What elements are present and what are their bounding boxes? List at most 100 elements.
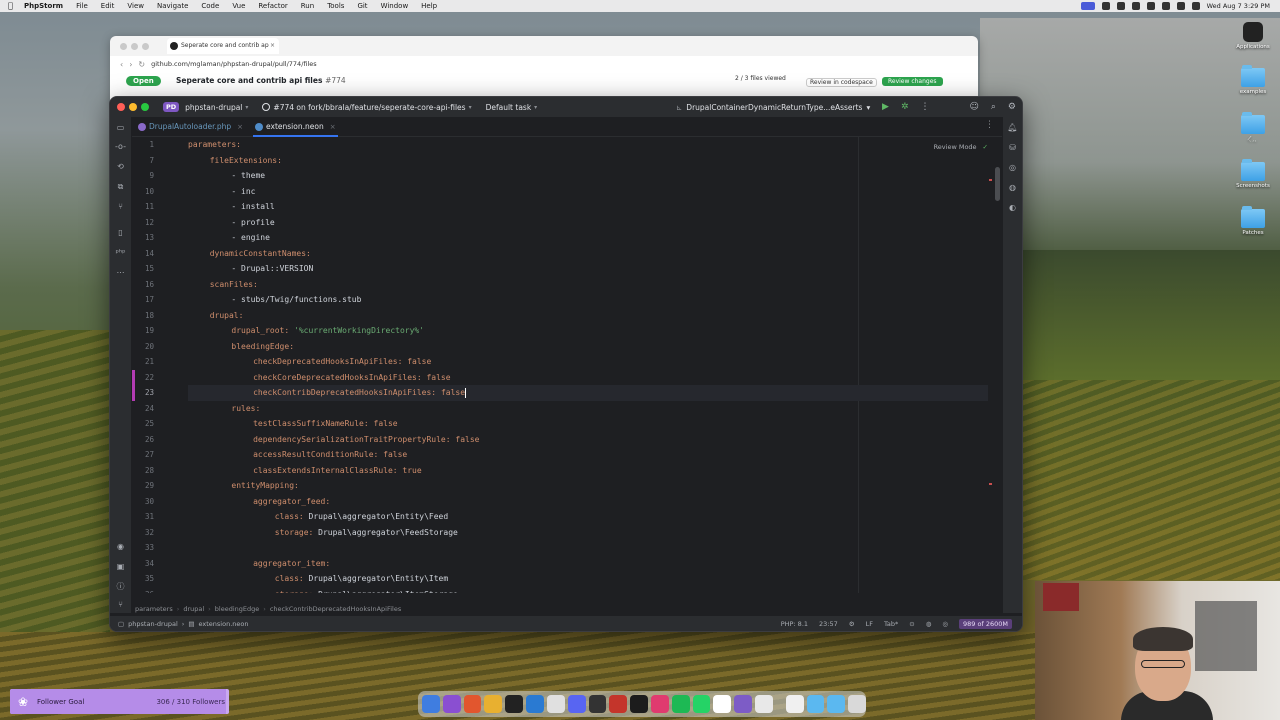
breadcrumb-item[interactable]: parameters	[135, 605, 173, 613]
inspection-icon[interactable]: ◎	[942, 620, 948, 628]
editor-scrollbar[interactable]	[995, 167, 1000, 201]
status-icon-3[interactable]	[1131, 2, 1140, 10]
code-line[interactable]: - install	[188, 199, 988, 215]
run-icon[interactable]: ▶	[882, 102, 889, 112]
line-number[interactable]: 13	[132, 230, 154, 246]
menu-file[interactable]: File	[76, 2, 88, 10]
structure-icon[interactable]: ⧉	[115, 181, 126, 192]
line-number[interactable]: 29	[132, 478, 154, 494]
line-number[interactable]: 28	[132, 463, 154, 479]
discord-icon[interactable]	[567, 695, 586, 713]
spotify-icon[interactable]	[671, 695, 690, 713]
desktop-icon-screenshots[interactable]: Screenshots	[1231, 159, 1275, 189]
code-line[interactable]: classExtendsInternalClassRule: true	[188, 463, 988, 479]
code-line[interactable]: rules:	[188, 401, 988, 417]
downloads-folder-icon[interactable]	[806, 695, 825, 713]
line-number[interactable]: 32	[132, 525, 154, 541]
github-desktop-icon[interactable]	[588, 695, 607, 713]
apple-icon[interactable]: 	[8, 2, 16, 10]
code-line[interactable]: fileExtensions:	[188, 153, 988, 169]
scroll-error-marker[interactable]	[989, 179, 992, 181]
breadcrumb-item[interactable]: drupal	[183, 605, 204, 613]
more-tools-icon[interactable]: ⋯	[115, 267, 126, 278]
menu-help[interactable]: Help	[421, 2, 437, 10]
code-line[interactable]: storage: Drupal\aggregator\FeedStorage	[188, 525, 988, 541]
phpstorm-icon[interactable]	[630, 695, 648, 713]
problems-icon[interactable]: ⓘ	[115, 581, 126, 592]
php-icon[interactable]: ᵖʰᵖ	[115, 247, 126, 258]
line-number[interactable]: 7	[132, 153, 154, 169]
menu-vue[interactable]: Vue	[232, 2, 245, 10]
line-number[interactable]: 24	[132, 401, 154, 417]
obs-icon[interactable]	[442, 695, 461, 713]
line-number[interactable]: 31	[132, 509, 154, 525]
browser-minimize-button[interactable]	[131, 42, 138, 50]
status-project[interactable]: phpstan-drupal	[128, 620, 178, 628]
control-center-icon[interactable]	[1191, 2, 1200, 10]
code-line[interactable]: storage: Drupal\aggregator\ItemStorage	[188, 587, 988, 594]
close-icon[interactable]: ×	[270, 38, 275, 54]
branch-selector[interactable]: #774 on fork/bbrala/feature/seperate-cor…	[262, 103, 472, 112]
database-icon[interactable]: ⛁	[1007, 142, 1018, 153]
vscode-icon[interactable]	[526, 695, 544, 713]
whatsapp-icon[interactable]	[692, 695, 711, 713]
reload-icon[interactable]: ↻	[138, 60, 145, 69]
todoist-icon[interactable]	[609, 695, 628, 713]
line-number[interactable]: 21	[132, 354, 154, 370]
slack-icon[interactable]	[546, 695, 565, 713]
line-number[interactable]: 36	[132, 587, 154, 594]
code-line[interactable]: - Drupal::VERSION	[188, 261, 988, 277]
app-icon[interactable]	[755, 695, 773, 713]
code-line[interactable]: scanFiles:	[188, 277, 988, 293]
close-icon[interactable]: ×	[237, 123, 243, 131]
desktop-icon-applications[interactable]: Applications	[1231, 22, 1275, 50]
forward-icon[interactable]: ›	[129, 60, 132, 69]
tab-extension-neon[interactable]: extension.neon ×	[249, 117, 342, 137]
code-line[interactable]: dynamicConstantNames:	[188, 246, 988, 262]
line-ending[interactable]: LF	[866, 620, 873, 628]
line-number[interactable]: 34	[132, 556, 154, 572]
wifi-icon[interactable]	[1161, 2, 1170, 10]
status-icon-2[interactable]	[1116, 2, 1125, 10]
menu-refactor[interactable]: Refactor	[258, 2, 287, 10]
menu-edit[interactable]: Edit	[101, 2, 115, 10]
line-number[interactable]: 1	[132, 137, 154, 153]
cursor-position[interactable]: 23:57	[819, 620, 838, 628]
review-in-codespace-button[interactable]: Review in codespace	[806, 78, 877, 87]
code-line[interactable]: checkContribDeprecatedHooksInApiFiles: f…	[188, 385, 988, 401]
code-editor[interactable]: 1 7 9 10 11 12 13 14 15 16 17 18 19 20 21 22 23 24 25 26 27 2…	[132, 137, 1002, 593]
services-icon[interactable]: ◉	[115, 541, 126, 552]
line-number[interactable]: 16	[132, 277, 154, 293]
git-log-icon[interactable]: ⑂	[115, 599, 126, 610]
line-number[interactable]: 35	[132, 571, 154, 587]
menu-app-name[interactable]: PhpStorm	[24, 2, 63, 10]
line-number[interactable]: 11	[132, 199, 154, 215]
menu-git[interactable]: Git	[357, 2, 367, 10]
settings-icon[interactable]: ⚙	[1008, 102, 1016, 112]
menu-window[interactable]: Window	[381, 2, 409, 10]
ide-zoom-button[interactable]	[141, 103, 149, 111]
code-line[interactable]: drupal_root: '%currentWorkingDirectory%'	[188, 323, 988, 339]
line-number[interactable]: 23	[132, 385, 154, 401]
ide-close-button[interactable]	[117, 103, 125, 111]
menu-run[interactable]: Run	[301, 2, 314, 10]
menu-code[interactable]: Code	[201, 2, 219, 10]
back-icon[interactable]: ‹	[120, 60, 123, 69]
line-number[interactable]: 22	[132, 370, 154, 386]
line-number[interactable]: 19	[132, 323, 154, 339]
notifications-icon[interactable]: 🔔︎	[1007, 122, 1018, 133]
desktop-icon-patches[interactable]: Patches	[1231, 206, 1275, 236]
line-number[interactable]: 12	[132, 215, 154, 231]
code-line[interactable]: - engine	[188, 230, 988, 246]
line-number[interactable]: 25	[132, 416, 154, 432]
code-line[interactable]: checkCoreDeprecatedHooksInApiFiles: fals…	[188, 370, 988, 386]
url-text[interactable]: github.com/mglaman/phpstan-drupal/pull/7…	[151, 60, 317, 68]
menu-clock[interactable]: Wed Aug 7 3:29 PM	[1207, 2, 1270, 10]
more-actions-icon[interactable]: ⋮	[920, 102, 929, 112]
php-version[interactable]: PHP: 8.1	[781, 620, 808, 628]
ai-status-icon[interactable]: ⚙	[849, 620, 855, 628]
line-number[interactable]: 9	[132, 168, 154, 184]
browser-tab[interactable]: Seperate core and contrib ap ×	[167, 38, 279, 54]
bookmarks-icon[interactable]: ▯	[115, 227, 126, 238]
code-line[interactable]: checkDeprecatedHooksInApiFiles: false	[188, 354, 988, 370]
